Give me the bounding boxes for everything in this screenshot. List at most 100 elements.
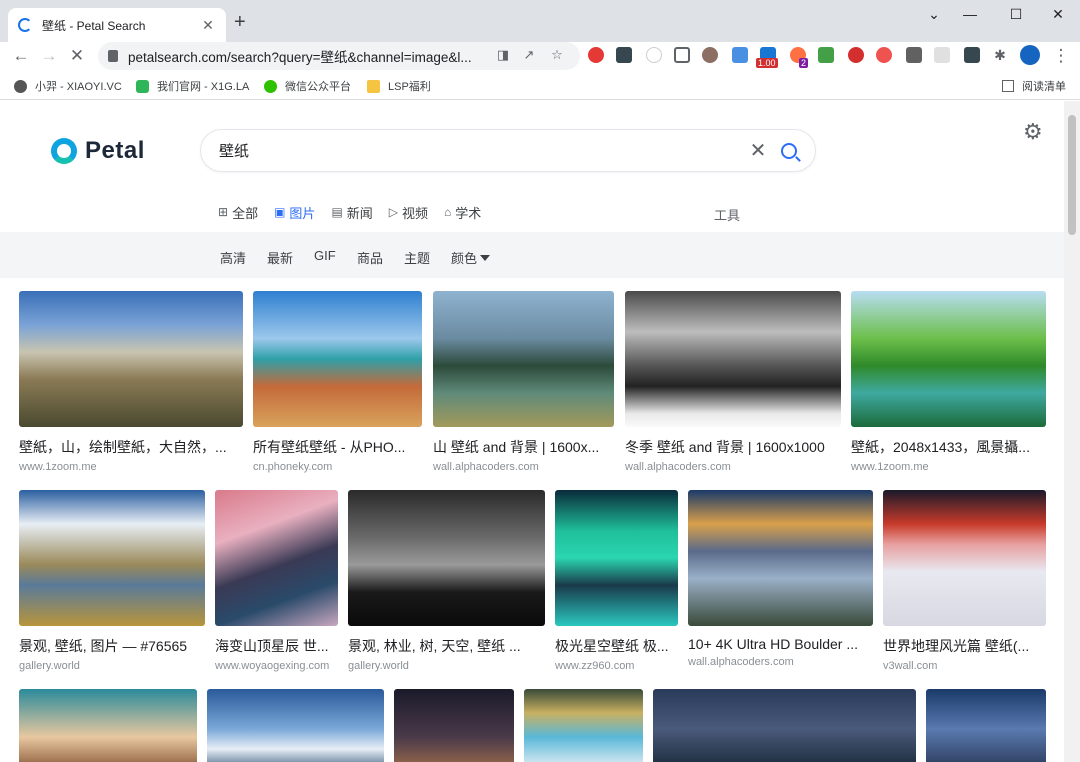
search-icon[interactable] [781,142,797,159]
extension-copy-icon[interactable] [674,47,690,63]
result-thumbnail[interactable] [688,490,873,626]
image-result[interactable]: 景观, 壁纸, 图片 — #76565 gallery.world [19,490,205,672]
profile-avatar[interactable] [1020,45,1040,65]
image-result[interactable]: 世界地理风光篇 壁纸(... v3wall.com [883,490,1046,672]
result-thumbnail[interactable] [653,689,916,762]
forward-button[interactable]: → [38,46,60,66]
image-result[interactable] [653,689,916,762]
result-title[interactable]: 10+ 4K Ultra HD Boulder ... [688,636,873,652]
result-thumbnail[interactable] [851,291,1046,427]
back-button[interactable]: ← [10,46,32,66]
tab-images[interactable]: ▣ 图片 [274,203,315,221]
result-thumbnail[interactable] [625,291,841,427]
result-thumbnail[interactable] [19,490,205,626]
image-result[interactable]: 壁紙，山，绘制壁紙，大自然，... www.1zoom.me [19,291,243,473]
tab-all[interactable]: ⊞ 全部 [218,203,258,221]
filter-gif[interactable]: GIF [314,248,336,263]
minimize-button[interactable]: — [960,6,980,22]
extensions-puzzle-icon[interactable]: ✱ [992,47,1008,63]
extension-cube-icon[interactable] [818,47,834,63]
result-thumbnail[interactable] [926,689,1046,762]
result-title[interactable]: 景观, 林业, 树, 天空, 壁纸 ... [348,636,545,656]
extension-alert-icon[interactable] [848,47,864,63]
share-icon[interactable]: ↗ [522,48,536,62]
extension-image-icon[interactable] [732,47,748,63]
browser-menu-icon[interactable]: ⋮ [1050,46,1072,66]
result-thumbnail[interactable] [394,689,514,762]
scrollbar-thumb[interactable] [1068,115,1076,235]
extension-cookie-icon[interactable] [702,47,718,63]
petal-logo[interactable]: Petal [51,137,145,165]
browser-tab[interactable]: 壁纸 - Petal Search ✕ [8,8,226,42]
filter-latest[interactable]: 最新 [267,248,293,267]
gear-icon[interactable]: ⚙ [1023,119,1043,145]
image-result[interactable] [926,689,1046,762]
extension-flag-icon[interactable] [906,47,922,63]
tools-button[interactable]: 工具 [714,205,740,224]
result-title[interactable]: 冬季 壁纸 and 背景 | 1600x1000 [625,437,841,457]
result-thumbnail[interactable] [433,291,614,427]
image-result[interactable]: 极光星空壁纸 极... www.zz960.com [555,490,678,672]
search-input[interactable]: 壁纸 [219,140,747,161]
new-tab-button[interactable]: + [234,11,246,34]
url-text[interactable]: petalsearch.com/search?query=壁纸&channel=… [128,46,478,66]
result-title[interactable]: 景观, 壁纸, 图片 — #76565 [19,636,205,656]
image-result[interactable]: 壁紙，2048x1433，風景攝... www.1zoom.me [851,291,1046,473]
result-thumbnail[interactable] [215,490,338,626]
tab-videos[interactable]: ▷ 视频 [389,203,428,221]
address-bar[interactable]: petalsearch.com/search?query=壁纸&channel=… [98,42,580,70]
close-window-button[interactable]: ✕ [1048,6,1068,23]
result-title[interactable]: 世界地理风光篇 壁纸(... [883,636,1046,656]
result-title[interactable]: 壁紙，山，绘制壁紙，大自然，... [19,437,243,457]
image-result[interactable]: 所有壁纸壁纸 - 从PHO... cn.phoneky.com [253,291,422,473]
page-scrollbar[interactable] [1064,101,1080,762]
image-result[interactable]: 海变山顶星辰 世... www.woyaogexing.com [215,490,338,672]
filter-color[interactable]: 颜色 [451,248,491,267]
tab-search-icon[interactable]: ⌄ [924,6,944,23]
result-thumbnail[interactable] [524,689,643,762]
filter-theme[interactable]: 主题 [404,248,430,267]
image-result[interactable] [394,689,514,762]
bookmark-item-0[interactable]: 小羿 - XIAOYI.VC [14,78,122,94]
extension-chart-icon[interactable] [646,47,662,63]
close-tab-icon[interactable]: ✕ [200,17,216,34]
bookmark-item-2[interactable]: 微信公众平台 [264,78,351,94]
result-thumbnail[interactable] [253,291,422,427]
extension-tablet-icon[interactable] [934,47,950,63]
image-result[interactable]: 景观, 林业, 树, 天空, 壁纸 ... gallery.world [348,490,545,672]
extension-chat-icon[interactable] [876,47,892,63]
result-title[interactable]: 山 壁纸 and 背景 | 1600x... [433,437,614,457]
result-title[interactable]: 所有壁纸壁纸 - 从PHO... [253,437,422,457]
maximize-button[interactable]: ☐ [1006,6,1026,23]
clear-icon[interactable]: ✕ [747,138,769,163]
result-title[interactable]: 极光星空壁纸 极... [555,636,678,656]
bookmark-item-3[interactable]: LSP福利 [367,78,431,94]
image-result[interactable] [524,689,643,762]
stop-loading-button[interactable]: ✕ [66,46,88,66]
image-result[interactable] [207,689,384,762]
tab-news[interactable]: ▤ 新闻 [331,203,372,221]
result-title[interactable]: 海变山顶星辰 世... [215,636,338,656]
image-result[interactable]: 冬季 壁纸 and 背景 | 1600x1000 wall.alphacoder… [625,291,841,473]
image-result[interactable]: 10+ 4K Ultra HD Boulder ... wall.alphaco… [688,490,873,668]
result-thumbnail[interactable] [555,490,678,626]
result-thumbnail[interactable] [19,291,243,427]
result-thumbnail[interactable] [348,490,545,626]
filter-products[interactable]: 商品 [357,248,383,267]
result-thumbnail[interactable] [883,490,1046,626]
result-thumbnail[interactable] [207,689,384,762]
bookmark-item-1[interactable]: 我们官网 - X1G.LA [136,78,249,94]
result-thumbnail[interactable] [19,689,197,762]
lock-icon[interactable] [108,50,118,62]
extension-panel-icon[interactable] [964,47,980,63]
extension-adblock-icon[interactable] [588,47,604,63]
image-result[interactable]: 山 壁纸 and 背景 | 1600x... wall.alphacoders.… [433,291,614,473]
bookmark-star-icon[interactable]: ☆ [550,48,564,62]
reading-list-button[interactable]: 阅读清单 [1002,78,1066,94]
translate-icon[interactable]: ◨ [496,48,510,62]
filter-hd[interactable]: 高清 [220,248,246,267]
result-title[interactable]: 壁紙，2048x1433，風景攝... [851,437,1046,457]
tab-academic[interactable]: ⌂ 学术 [444,203,481,221]
image-result[interactable] [19,689,197,762]
search-box[interactable]: 壁纸 ✕ [200,129,816,172]
